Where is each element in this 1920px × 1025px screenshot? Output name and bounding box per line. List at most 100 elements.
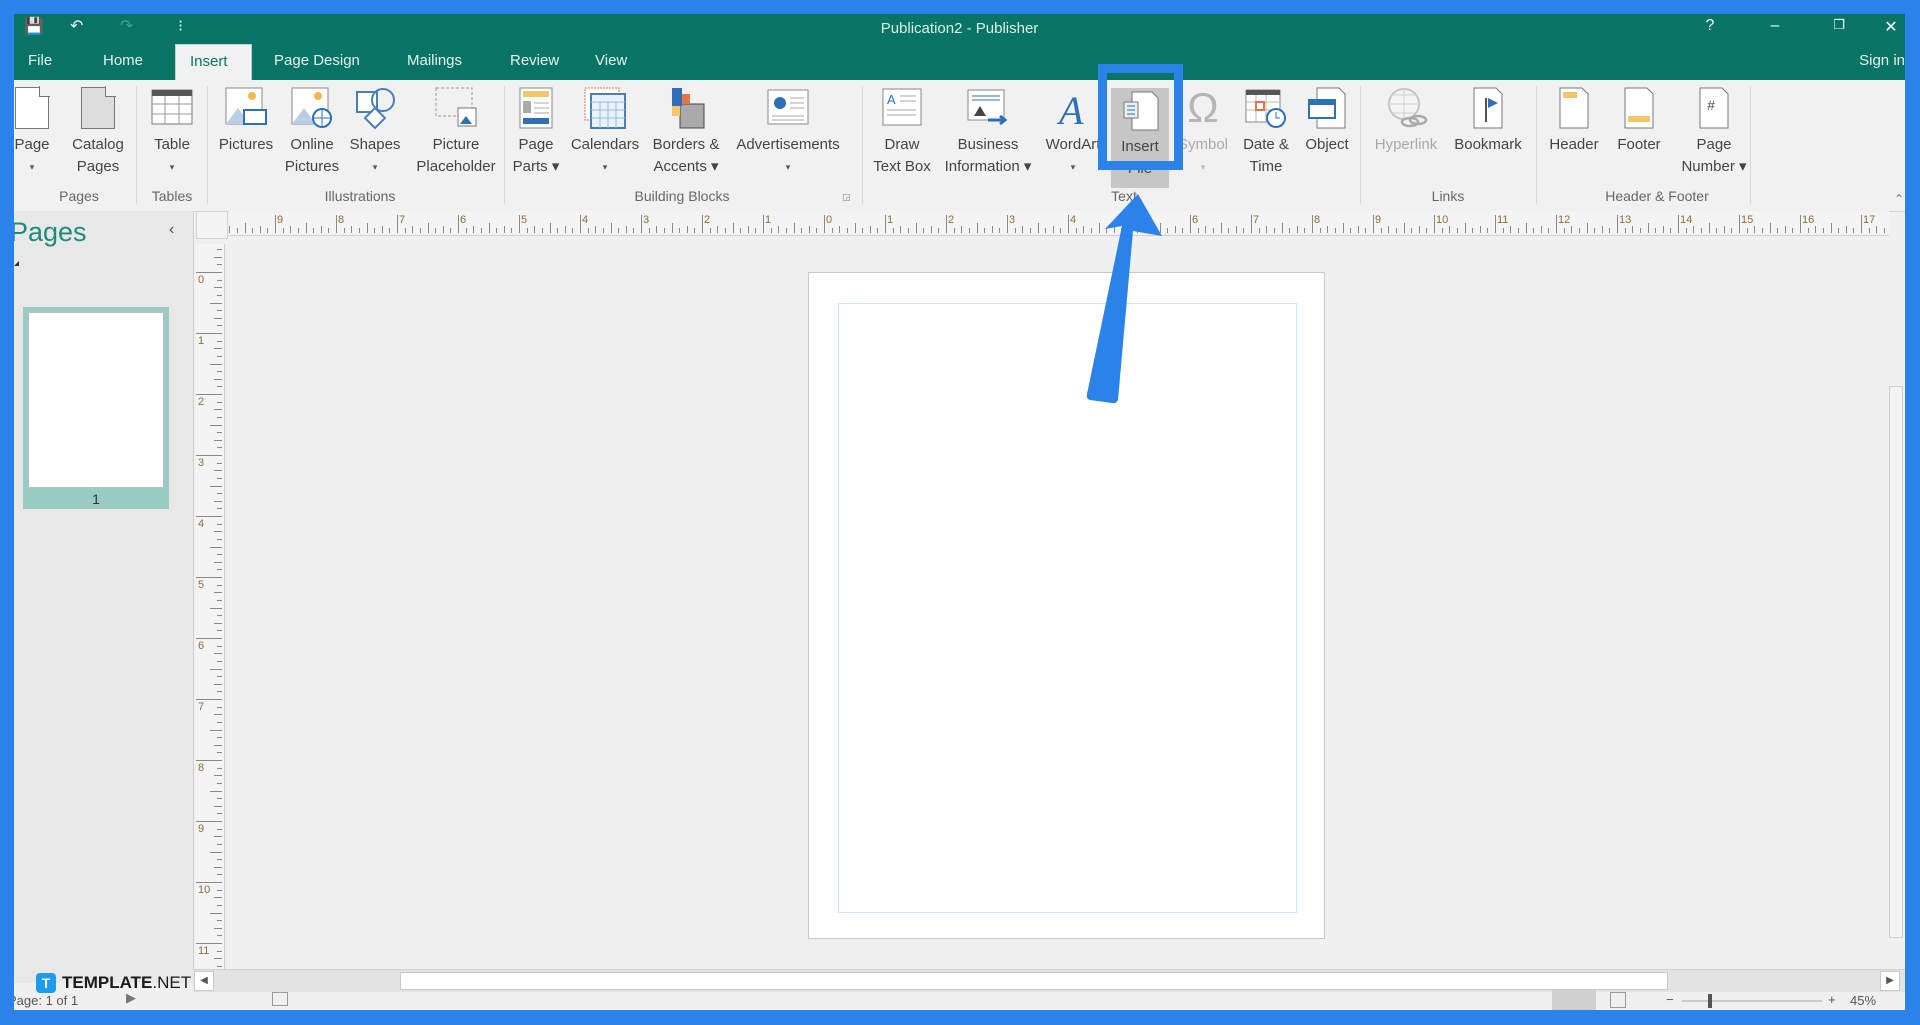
ruler-tick [419,228,421,233]
header-button[interactable]: Header [1542,86,1606,156]
minimize-button[interactable]: – [1760,17,1790,35]
advertisements-button[interactable]: Advertisements ▾ [728,86,848,178]
ruler-tick [1617,215,1618,233]
zoom-out-button[interactable]: − [1666,992,1674,1007]
ruler-tick [229,226,231,233]
bookmark-button[interactable]: Bookmark [1448,86,1528,156]
page-number-button[interactable]: # Page Number ▾ [1674,86,1754,178]
ruler-tick [217,310,222,312]
picture-placeholder-button[interactable]: Picture Placeholder [406,86,506,178]
label: Pictures [284,158,340,175]
date-time-button[interactable]: Date & Time [1236,86,1296,178]
ruler-tick [1746,228,1748,233]
group-label-building-blocks: Building Blocks [634,188,730,204]
vertical-scroll-thumb[interactable] [1889,386,1903,938]
zoom-slider-thumb[interactable] [1708,994,1712,1008]
group-separator [207,86,208,204]
page-button[interactable]: Page ▾ [14,86,54,178]
horizontal-ruler[interactable]: 9 8 7 6 5 4 3 2 1 0 1 2 3 4 5 6 7 8 9 10 11 12 13 14 15 16 17 [229,211,1889,236]
shapes-button[interactable]: Shapes ▾ [346,86,404,178]
vertical-ruler[interactable]: 0 1 2 3 4 5 6 7 8 9 10 11 [196,244,225,984]
zoom-slider[interactable] [1682,1000,1822,1002]
label: Object [1305,136,1349,153]
ruler-tick [217,660,222,662]
ruler-tick [1151,228,1153,233]
ruler-tick [214,866,222,868]
hyperlink-button[interactable]: Hyperlink [1368,86,1444,156]
collapse-ribbon-icon[interactable]: ⌃ [1894,192,1904,206]
ruler-tick [1838,228,1840,233]
ruler-tick [641,215,642,233]
calendars-button[interactable]: Calendars ▾ [567,86,643,178]
ruler-tick [210,912,222,914]
ruler-tick [214,683,222,685]
label: Picture [432,136,480,153]
tab-insert[interactable]: Insert [175,44,252,80]
collapse-panel-button[interactable]: ‹ [169,221,174,239]
catalog-pages-button[interactable]: Catalog Pages [64,86,132,178]
table-button[interactable]: Table ▾ [144,86,200,178]
vertical-scrollbar[interactable] [1889,240,1905,984]
ruler-tick [217,904,222,906]
ruler-label: 9 [198,823,205,835]
label: Text Box [873,158,931,175]
object-button[interactable]: Object [1300,86,1354,156]
publication-page[interactable] [808,272,1325,939]
tab-page-design[interactable]: Page Design [260,44,374,80]
page-parts-button[interactable]: Page Parts ▾ [512,86,560,178]
ruler-tick [1159,223,1161,233]
label: Page [14,136,50,153]
restore-button[interactable]: ❐ [1824,17,1854,33]
tab-review[interactable]: Review [496,44,573,80]
ruler-tick [465,228,467,233]
tab-view[interactable]: View [581,44,641,80]
wordart-button[interactable]: A WordArt ▾ [1044,86,1102,178]
help-button[interactable]: ? [1695,17,1725,35]
page-thumbnail[interactable]: 1 [23,307,169,509]
ruler-tick [217,767,222,769]
single-page-view-button[interactable] [1552,990,1596,1010]
ruler-tick [1464,223,1466,233]
ruler-tick [217,721,222,723]
ruler-tick [923,228,925,233]
ruler-tick [1853,228,1855,233]
ruler-label: 2 [704,214,711,226]
footer-button[interactable]: Footer [1610,86,1668,156]
ruler-tick [196,272,222,273]
zoom-in-button[interactable]: + [1828,992,1836,1007]
label: WordArt [1045,136,1101,153]
online-pictures-button[interactable]: Online Pictures [282,86,342,178]
ruler-tick [900,226,902,233]
dialog-launcher-icon[interactable]: ◲ [842,192,851,203]
pictures-button[interactable]: Pictures [214,86,278,156]
zoom-level[interactable]: 45% [1850,993,1876,1008]
close-button[interactable]: ✕ [1876,17,1905,37]
ruler-tick [196,455,222,456]
label: Table [154,136,190,153]
ruler-tick [217,447,222,449]
bookmark-icon [1466,86,1510,130]
draw-text-box-button[interactable]: A Draw Text Box [870,86,934,178]
ruler-tick [217,249,222,251]
horizontal-scrollbar[interactable]: ◀ ▶ [193,969,1905,992]
ruler-tick [618,228,620,233]
borders-accents-button[interactable]: Borders & Accents ▾ [648,86,724,178]
scroll-left-button[interactable]: ◀ [194,971,214,991]
ruler-tick [1571,226,1573,233]
tab-mailings[interactable]: Mailings [393,44,476,80]
business-information-button[interactable]: Business Information ▾ [938,86,1038,178]
ruler-tick [217,264,222,266]
ruler-tick [1624,228,1626,233]
ruler-tick [214,470,222,472]
ruler-label: 0 [198,274,205,286]
tab-file[interactable]: File [14,44,66,80]
scroll-right-button[interactable]: ▶ [1880,971,1900,991]
ruler-tick [1205,226,1207,233]
sign-in-link[interactable]: Sign in [1859,44,1905,78]
document-canvas[interactable] [226,240,1889,984]
horizontal-scroll-thumb[interactable] [400,972,1668,990]
ruler-tick [1426,228,1428,233]
tab-home[interactable]: Home [89,44,157,80]
ruler-tick [839,226,841,233]
two-page-view-button[interactable] [1610,992,1626,1008]
